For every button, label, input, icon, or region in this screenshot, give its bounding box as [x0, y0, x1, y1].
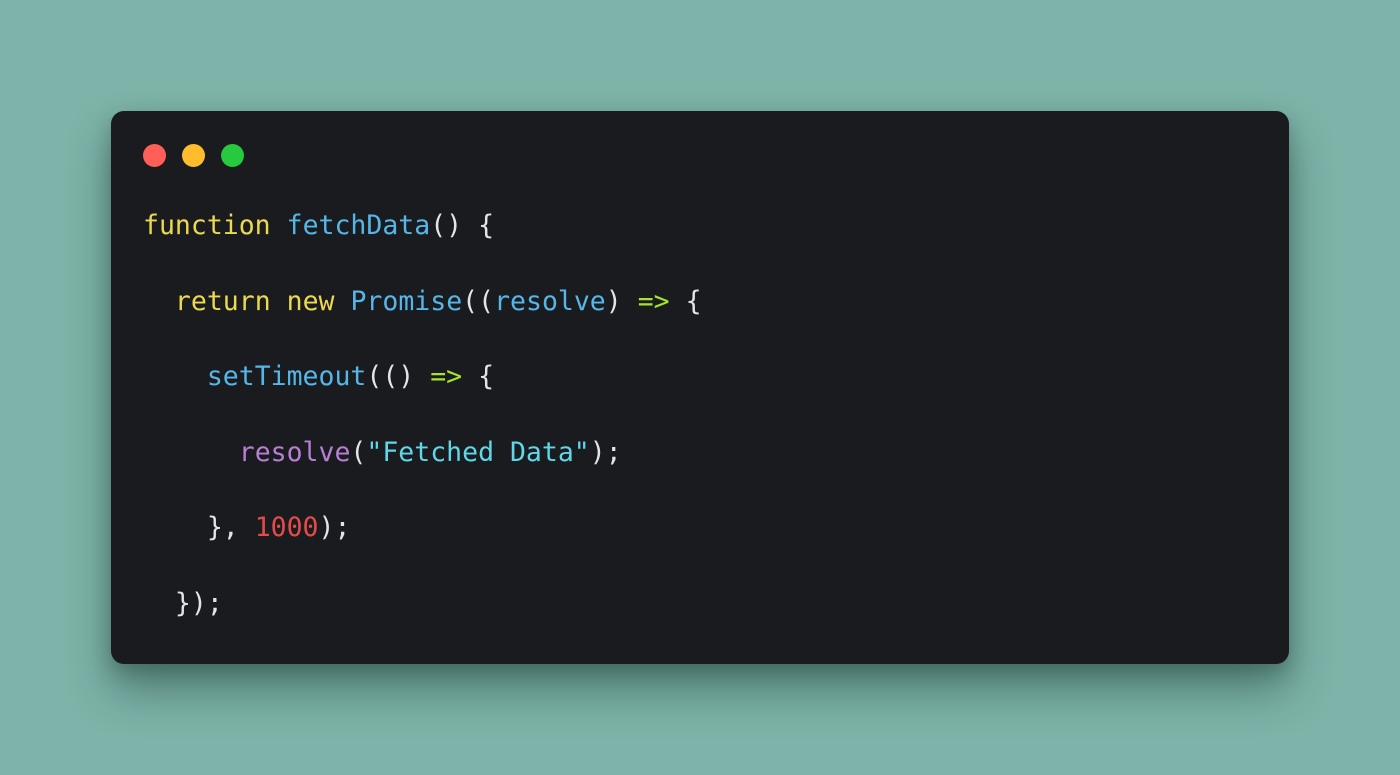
code-token-kw: new	[286, 285, 335, 317]
code-token-punct: ((	[462, 285, 495, 317]
minimize-window-button[interactable]	[182, 144, 205, 167]
code-token-punct	[143, 286, 175, 317]
code-editor-area[interactable]: function fetchData() { return new Promis…	[143, 207, 1273, 664]
code-token-punct	[143, 437, 239, 468]
code-token-op: =>	[637, 285, 670, 317]
code-token-fn: fetchData	[286, 210, 431, 241]
window-titlebar	[143, 144, 244, 167]
code-token-num: 1000	[254, 512, 319, 544]
code-token-fn: Promise	[350, 285, 463, 317]
code-token-punct: },	[143, 512, 255, 544]
code-token-punct	[271, 210, 287, 241]
code-token-op: =>	[430, 361, 463, 393]
code-token-punct	[335, 286, 351, 317]
code-token-kw: return	[174, 285, 271, 317]
code-line: resolve("Fetched Data");	[143, 434, 1273, 472]
code-token-punct	[143, 361, 207, 392]
code-token-punct: {	[669, 285, 702, 317]
code-line: }, 1000);	[143, 509, 1273, 547]
code-token-punct: )	[605, 285, 638, 317]
code-token-punct: (()	[366, 361, 431, 393]
code-block[interactable]: function fetchData() { return new Promis…	[143, 207, 1273, 664]
code-token-punct: () {	[430, 210, 495, 241]
code-line: function fetchData() {	[143, 207, 1273, 245]
code-token-kw: function	[143, 210, 271, 241]
code-token-var: resolve	[494, 285, 606, 317]
code-token-punct: );	[318, 512, 351, 544]
close-window-button[interactable]	[143, 144, 166, 167]
code-token-punct	[271, 286, 287, 317]
code-token-str: "Fetched Data"	[366, 436, 590, 468]
code-token-fn: setTimeout	[206, 361, 367, 393]
code-token-call: resolve	[238, 436, 351, 468]
maximize-window-button[interactable]	[221, 144, 244, 167]
code-token-punct: );	[589, 436, 622, 468]
code-token-punct: {	[462, 361, 495, 393]
code-token-punct: });	[143, 587, 223, 619]
code-line: return new Promise((resolve) => {	[143, 283, 1273, 321]
code-line: });	[143, 585, 1273, 623]
code-line: }	[143, 661, 1273, 665]
code-token-punct: (	[350, 436, 367, 468]
code-line: setTimeout(() => {	[143, 358, 1273, 396]
code-snippet-window: function fetchData() { return new Promis…	[111, 111, 1289, 664]
